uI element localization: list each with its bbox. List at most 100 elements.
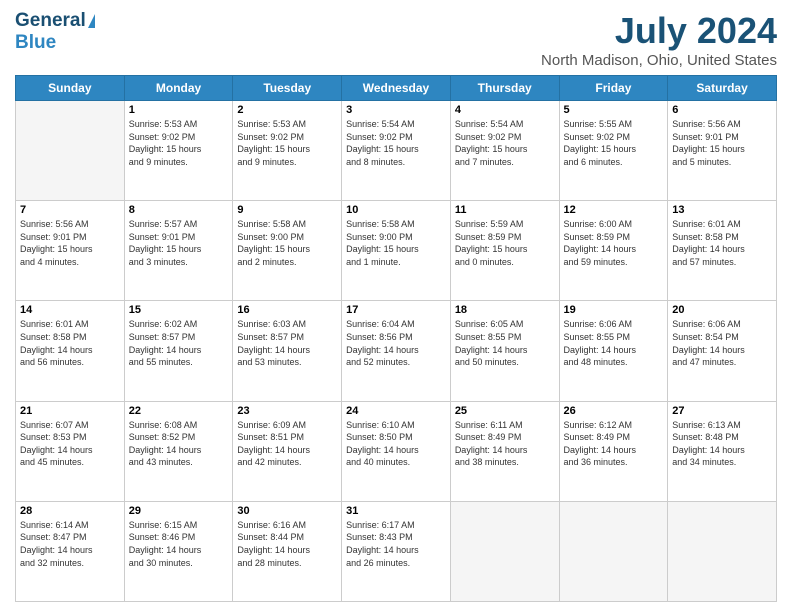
logo-name: General — [15, 10, 95, 32]
calendar-table: SundayMondayTuesdayWednesdayThursdayFrid… — [15, 75, 777, 602]
day-number: 14 — [20, 304, 120, 316]
day-info: Sunrise: 5:58 AM Sunset: 9:00 PM Dayligh… — [237, 218, 337, 268]
calendar-cell: 21Sunrise: 6:07 AM Sunset: 8:53 PM Dayli… — [16, 401, 125, 501]
week-row-1: 7 Sunrise: 5:56 AM Sunset: 9:01 PM Daylig… — [16, 201, 777, 301]
day-info: Sunrise: 6:06 AM Sunset: 8:55 PM Dayligh… — [564, 318, 664, 368]
calendar-cell: 2 Sunrise: 5:53 AM Sunset: 9:02 PM Daylig… — [233, 101, 342, 201]
day-number: 5 — [564, 104, 664, 116]
day-number: 16 — [237, 304, 337, 316]
calendar-cell: 14 Sunrise: 6:01 AM Sunset: 8:58 PM Dayli… — [16, 301, 125, 401]
day-info: Sunrise: 6:06 AM Sunset: 8:54 PM Dayligh… — [672, 318, 772, 368]
day-info: Sunrise: 6:16 AM Sunset: 8:44 PM Dayligh… — [237, 519, 337, 569]
week-row-2: 14 Sunrise: 6:01 AM Sunset: 8:58 PM Dayli… — [16, 301, 777, 401]
day-info: Sunrise: 6:10 AM Sunset: 8:50 PM Dayligh… — [346, 419, 446, 469]
day-number: 25 — [455, 405, 555, 417]
day-number: 19 — [564, 304, 664, 316]
calendar-cell: 15Sunrise: 6:02 AM Sunset: 8:57 PM Dayli… — [124, 301, 233, 401]
day-number: 9 — [237, 204, 337, 216]
week-row-0: 1 Sunrise: 5:53 AM Sunset: 9:02 PM Daylig… — [16, 101, 777, 201]
day-number: 21 — [20, 405, 120, 417]
calendar-cell: 12 Sunrise: 6:00 AM Sunset: 8:59 PM Dayli… — [559, 201, 668, 301]
calendar-cell: 6 Sunrise: 5:56 AM Sunset: 9:01 PM Daylig… — [668, 101, 777, 201]
calendar-cell: 26Sunrise: 6:12 AM Sunset: 8:49 PM Dayli… — [559, 401, 668, 501]
day-info: Sunrise: 6:03 AM Sunset: 8:57 PM Dayligh… — [237, 318, 337, 368]
day-info: Sunrise: 5:58 AM Sunset: 9:00 PM Dayligh… — [346, 218, 446, 268]
day-info: Sunrise: 6:02 AM Sunset: 8:57 PM Dayligh… — [129, 318, 229, 368]
calendar-cell: 29Sunrise: 6:15 AM Sunset: 8:46 PM Dayli… — [124, 501, 233, 601]
calendar-cell: 7 Sunrise: 5:56 AM Sunset: 9:01 PM Daylig… — [16, 201, 125, 301]
day-info: Sunrise: 5:53 AM Sunset: 9:02 PM Dayligh… — [237, 118, 337, 168]
day-info: Sunrise: 5:55 AM Sunset: 9:02 PM Dayligh… — [564, 118, 664, 168]
calendar-header-row: SundayMondayTuesdayWednesdayThursdayFrid… — [16, 76, 777, 101]
calendar-cell: 30 Sunrise: 6:16 AM Sunset: 8:44 PM Dayli… — [233, 501, 342, 601]
day-number: 28 — [20, 505, 120, 517]
day-info: Sunrise: 6:01 AM Sunset: 8:58 PM Dayligh… — [20, 318, 120, 368]
header: General Blue July 2024 North Madison, Oh… — [15, 10, 777, 69]
logo-general: General — [15, 10, 86, 32]
day-info: Sunrise: 6:00 AM Sunset: 8:59 PM Dayligh… — [564, 218, 664, 268]
calendar-cell: 19 Sunrise: 6:06 AM Sunset: 8:55 PM Dayli… — [559, 301, 668, 401]
calendar-cell: 25 Sunrise: 6:11 AM Sunset: 8:49 PM Dayli… — [450, 401, 559, 501]
calendar-cell: 9 Sunrise: 5:58 AM Sunset: 9:00 PM Daylig… — [233, 201, 342, 301]
day-info: Sunrise: 5:53 AM Sunset: 9:02 PM Dayligh… — [129, 118, 229, 168]
day-info: Sunrise: 6:17 AM Sunset: 8:43 PM Dayligh… — [346, 519, 446, 569]
calendar-cell: 11Sunrise: 5:59 AM Sunset: 8:59 PM Dayli… — [450, 201, 559, 301]
calendar-cell — [450, 501, 559, 601]
day-header-friday: Friday — [559, 76, 668, 101]
day-number: 24 — [346, 405, 446, 417]
day-info: Sunrise: 6:14 AM Sunset: 8:47 PM Dayligh… — [20, 519, 120, 569]
calendar-cell: 22Sunrise: 6:08 AM Sunset: 8:52 PM Dayli… — [124, 401, 233, 501]
month-title: July 2024 — [541, 10, 777, 52]
day-number: 4 — [455, 104, 555, 116]
day-info: Sunrise: 5:54 AM Sunset: 9:02 PM Dayligh… — [346, 118, 446, 168]
calendar-cell: 31 Sunrise: 6:17 AM Sunset: 8:43 PM Dayli… — [342, 501, 451, 601]
page: General Blue July 2024 North Madison, Oh… — [0, 0, 792, 612]
day-number: 1 — [129, 104, 229, 116]
day-info: Sunrise: 6:13 AM Sunset: 8:48 PM Dayligh… — [672, 419, 772, 469]
calendar-cell: 20Sunrise: 6:06 AM Sunset: 8:54 PM Dayli… — [668, 301, 777, 401]
calendar-cell: 17 Sunrise: 6:04 AM Sunset: 8:56 PM Dayli… — [342, 301, 451, 401]
title-block: July 2024 North Madison, Ohio, United St… — [541, 10, 777, 69]
day-info: Sunrise: 6:15 AM Sunset: 8:46 PM Dayligh… — [129, 519, 229, 569]
day-number: 23 — [237, 405, 337, 417]
day-number: 27 — [672, 405, 772, 417]
week-row-3: 21Sunrise: 6:07 AM Sunset: 8:53 PM Dayli… — [16, 401, 777, 501]
day-header-sunday: Sunday — [16, 76, 125, 101]
calendar-cell: 10 Sunrise: 5:58 AM Sunset: 9:00 PM Dayli… — [342, 201, 451, 301]
day-info: Sunrise: 6:05 AM Sunset: 8:55 PM Dayligh… — [455, 318, 555, 368]
day-number: 8 — [129, 204, 229, 216]
day-info: Sunrise: 5:54 AM Sunset: 9:02 PM Dayligh… — [455, 118, 555, 168]
day-header-wednesday: Wednesday — [342, 76, 451, 101]
day-info: Sunrise: 5:56 AM Sunset: 9:01 PM Dayligh… — [20, 218, 120, 268]
day-number: 6 — [672, 104, 772, 116]
day-info: Sunrise: 5:56 AM Sunset: 9:01 PM Dayligh… — [672, 118, 772, 168]
day-info: Sunrise: 6:04 AM Sunset: 8:56 PM Dayligh… — [346, 318, 446, 368]
day-number: 12 — [564, 204, 664, 216]
day-header-thursday: Thursday — [450, 76, 559, 101]
day-header-monday: Monday — [124, 76, 233, 101]
day-info: Sunrise: 6:09 AM Sunset: 8:51 PM Dayligh… — [237, 419, 337, 469]
calendar-cell: 5 Sunrise: 5:55 AM Sunset: 9:02 PM Daylig… — [559, 101, 668, 201]
calendar-cell: 13Sunrise: 6:01 AM Sunset: 8:58 PM Dayli… — [668, 201, 777, 301]
calendar-cell: 28 Sunrise: 6:14 AM Sunset: 8:47 PM Dayli… — [16, 501, 125, 601]
day-number: 11 — [455, 204, 555, 216]
logo: General Blue — [15, 10, 95, 54]
day-number: 31 — [346, 505, 446, 517]
day-number: 2 — [237, 104, 337, 116]
calendar-cell: 23 Sunrise: 6:09 AM Sunset: 8:51 PM Dayli… — [233, 401, 342, 501]
location-title: North Madison, Ohio, United States — [541, 52, 777, 69]
day-header-saturday: Saturday — [668, 76, 777, 101]
calendar-cell — [559, 501, 668, 601]
calendar-cell: 8Sunrise: 5:57 AM Sunset: 9:01 PM Daylig… — [124, 201, 233, 301]
day-number: 30 — [237, 505, 337, 517]
day-number: 7 — [20, 204, 120, 216]
logo-blue: Blue — [15, 32, 95, 54]
day-info: Sunrise: 6:12 AM Sunset: 8:49 PM Dayligh… — [564, 419, 664, 469]
calendar-cell: 4 Sunrise: 5:54 AM Sunset: 9:02 PM Daylig… — [450, 101, 559, 201]
day-header-tuesday: Tuesday — [233, 76, 342, 101]
day-number: 17 — [346, 304, 446, 316]
day-number: 3 — [346, 104, 446, 116]
calendar-cell: 24 Sunrise: 6:10 AM Sunset: 8:50 PM Dayli… — [342, 401, 451, 501]
day-number: 10 — [346, 204, 446, 216]
day-info: Sunrise: 6:11 AM Sunset: 8:49 PM Dayligh… — [455, 419, 555, 469]
